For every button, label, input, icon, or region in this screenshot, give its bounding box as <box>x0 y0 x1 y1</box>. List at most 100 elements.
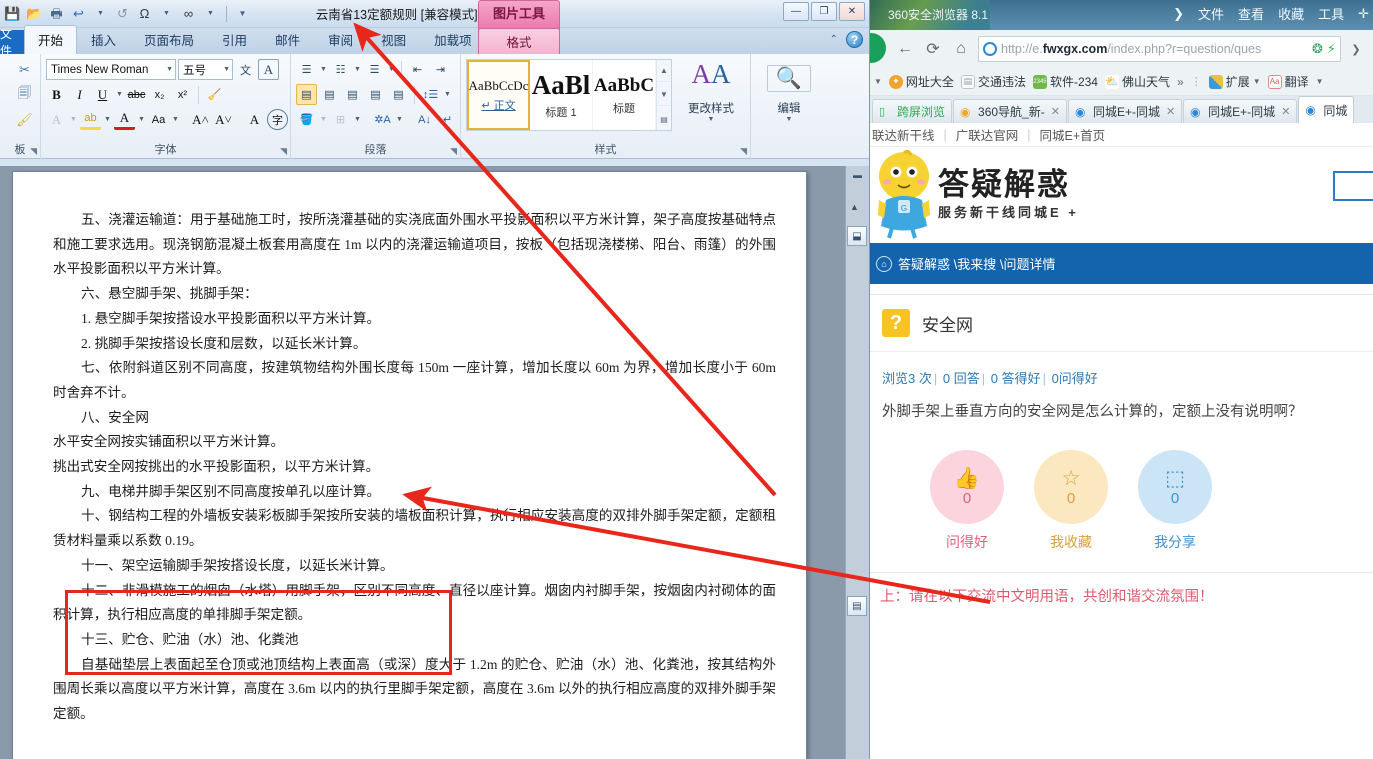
grow-font-icon[interactable]: A˄ <box>190 109 211 130</box>
scroll-up-icon[interactable]: ▬ <box>846 166 869 184</box>
change-case-caret-icon[interactable]: ▼ <box>171 109 180 130</box>
menu-more-icon[interactable]: ✛ <box>1358 6 1369 22</box>
distribute-button[interactable]: ▤ <box>388 84 409 105</box>
undo-icon[interactable]: ↩ <box>68 3 89 24</box>
style-item-normal[interactable]: AaBbCcDc ↵ 正文 <box>467 60 530 130</box>
bullets-caret-icon[interactable]: ▼ <box>319 59 328 80</box>
translate-button[interactable]: Aa 翻译 <box>1267 73 1309 90</box>
clear-formatting-icon[interactable]: 🧹 <box>204 84 225 105</box>
styles-scroll-up-icon[interactable]: ▲ <box>657 60 671 82</box>
search-input[interactable] <box>1333 171 1373 201</box>
underline-button[interactable]: U <box>92 84 113 105</box>
bookmark-item-foshantianqi[interactable]: ⛅ 佛山天气 <box>1104 73 1170 90</box>
font-color-caret-icon[interactable]: ▼ <box>137 109 146 130</box>
strikethrough-button[interactable]: abc <box>126 84 147 105</box>
home-icon[interactable]: ⌂ <box>876 255 892 272</box>
help-icon[interactable]: ? <box>846 31 863 48</box>
omega-icon[interactable]: Ω <box>134 3 155 24</box>
font-dialog-launcher[interactable]: ◥ <box>280 146 287 157</box>
phonetic-guide-icon[interactable]: 文 <box>235 59 256 80</box>
undo-caret-icon[interactable]: ▼ <box>90 3 111 24</box>
vote-favorite[interactable]: ☆ 0 我收藏 <box>1034 450 1108 552</box>
superscript-button[interactable]: x² <box>172 84 193 105</box>
cut-icon[interactable]: ✂ <box>14 59 35 80</box>
tab-360-nav[interactable]: ◉ 360导航_新- ✕ <box>953 99 1067 123</box>
document-area[interactable]: 五、浇灌运输道：用于基础施工时，按所浇灌基础的实浇底面外围水平投影面积以平方米计… <box>0 166 869 759</box>
quicklink-xinganxian[interactable]: 联达新干线 <box>872 125 935 144</box>
tab-review[interactable]: 审阅 <box>314 25 367 54</box>
bookmark-item-wangzhidaquan[interactable]: ✦ 网址大全 <box>888 73 954 90</box>
document-page[interactable]: 五、浇灌运输道：用于基础施工时，按所浇灌基础的实浇底面外围水平投影面积以平方米计… <box>12 171 807 759</box>
change-case-icon[interactable]: Aa <box>148 109 169 130</box>
italic-button[interactable]: I <box>69 84 90 105</box>
vote-share[interactable]: ⬚ 0 我分享 <box>1138 450 1212 552</box>
align-center-button[interactable]: ▤ <box>319 84 340 105</box>
sort-icon[interactable]: A↓ <box>414 109 435 130</box>
redo-icon[interactable]: ↺ <box>112 3 133 24</box>
bookmarks-overflow-icon[interactable]: » <box>1177 75 1184 89</box>
character-shading-toggle-icon[interactable]: ✲A <box>372 109 393 130</box>
close-button[interactable]: ✕ <box>839 2 865 21</box>
multilevel-caret-icon[interactable]: ▼ <box>387 59 396 80</box>
bullets-icon[interactable]: ☰ <box>296 59 317 80</box>
subscript-button[interactable]: x₂ <box>149 84 170 105</box>
tab-tongcheng-2[interactable]: ◉ 同城E+-同城 ✕ <box>1183 99 1298 123</box>
char-shading-caret-icon[interactable]: ▼ <box>395 109 404 130</box>
style-item-title[interactable]: AaBbC 标题 <box>593 60 656 130</box>
tab-page-layout[interactable]: 页面布局 <box>130 25 208 54</box>
line-spacing-icon[interactable]: ↕☰ <box>420 84 441 105</box>
align-left-button[interactable]: ▤ <box>296 84 317 105</box>
infinity-caret-icon[interactable]: ▼ <box>200 3 221 24</box>
split-pane-icon[interactable]: ⬓ <box>847 226 867 246</box>
scroll-arrow-up-icon[interactable]: ▲ <box>850 202 859 212</box>
vote-good-question[interactable]: 👍 0 问得好 <box>930 450 1004 552</box>
show-marks-icon[interactable]: ↵ <box>437 109 458 130</box>
tab-close-icon[interactable]: ✕ <box>1281 105 1290 118</box>
decrease-indent-icon[interactable]: ⇤ <box>407 59 428 80</box>
clipboard-dialog-launcher[interactable]: ◥ <box>30 146 37 157</box>
back-button[interactable]: ← <box>892 36 918 62</box>
character-shading-icon[interactable]: A <box>244 109 265 130</box>
document-vertical-scrollbar[interactable]: ▬ ⬓ ▲ ▤ <box>845 166 869 759</box>
tab-addins[interactable]: 加载项 <box>420 25 486 54</box>
bold-button[interactable]: B <box>46 84 67 105</box>
increase-indent-icon[interactable]: ⇥ <box>430 59 451 80</box>
quicklink-guanglianda[interactable]: 广联达官网 <box>956 125 1019 144</box>
bookmarks-scroll-icon[interactable]: ▼ <box>874 77 882 86</box>
styles-dialog-launcher[interactable]: ◥ <box>740 146 747 157</box>
format-painter-icon[interactable]: 🖌 <box>14 109 35 130</box>
borders-caret-icon[interactable]: ▼ <box>353 109 362 130</box>
home-button[interactable]: ⌂ <box>948 36 974 62</box>
underline-caret-icon[interactable]: ▼ <box>115 84 124 105</box>
tab-insert[interactable]: 插入 <box>77 25 130 54</box>
tab-tongcheng-active[interactable]: ◉ 同城 <box>1298 96 1355 123</box>
screenshot-icon[interactable]: ❂ <box>1312 41 1323 57</box>
omega-caret-icon[interactable]: ▼ <box>156 3 177 24</box>
minimize-button[interactable]: — <box>783 2 809 21</box>
change-styles-button[interactable]: AA 更改样式 ▼ <box>678 57 744 133</box>
shading-caret-icon[interactable]: ▼ <box>319 109 328 130</box>
bookmark-item-ruanjian234[interactable]: 2345 软件-234 <box>1032 73 1098 90</box>
select-browse-object-icon[interactable]: ▤ <box>847 596 867 616</box>
tab-references[interactable]: 引用 <box>208 25 261 54</box>
tab-close-icon[interactable]: ✕ <box>1051 105 1060 118</box>
font-size-caret-icon[interactable]: ▼ <box>223 66 230 73</box>
numbering-icon[interactable]: ☷ <box>330 59 351 80</box>
toolbar-overflow-icon[interactable]: ▼ <box>1316 77 1324 86</box>
highlight-caret-icon[interactable]: ▼ <box>103 109 112 130</box>
text-effects-caret-icon[interactable]: ▼ <box>69 109 78 130</box>
reload-button[interactable]: ⟳ <box>920 36 946 62</box>
collapse-ribbon-icon[interactable]: ⌃ <box>830 34 838 45</box>
paragraph-dialog-launcher[interactable]: ◥ <box>450 146 457 157</box>
address-dropdown-icon[interactable]: ❯ <box>1343 36 1369 62</box>
tab-mailings[interactable]: 邮件 <box>261 25 314 54</box>
print-icon[interactable]: 🖶 <box>46 3 67 24</box>
style-item-heading1[interactable]: AaBl 标题 1 <box>530 60 593 130</box>
file-tab[interactable]: 文件 <box>0 30 24 54</box>
extensions-caret-icon[interactable]: ▼ <box>1253 77 1261 86</box>
justify-button[interactable]: ▤ <box>365 84 386 105</box>
tab-home[interactable]: 开始 <box>24 25 78 54</box>
menu-tools[interactable]: 工具 <box>1318 4 1344 23</box>
font-size-combo[interactable]: 五号 ▼ <box>178 59 233 80</box>
tab-format[interactable]: 格式 <box>478 28 560 54</box>
